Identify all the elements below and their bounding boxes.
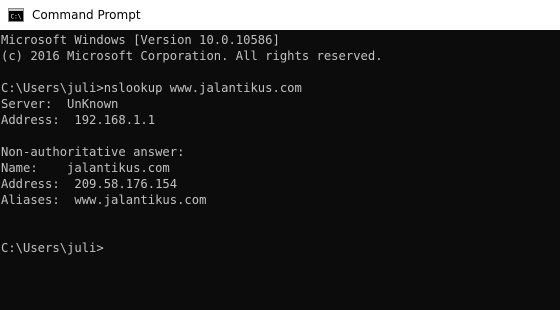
console-output[interactable]: Microsoft Windows [Version 10.0.10586] (… [0,30,560,310]
svg-text:C:\: C:\ [11,14,22,21]
console-line: Name: jalantikus.com [1,161,170,175]
cmd-icon: C:\ [8,7,24,23]
console-line: Microsoft Windows [Version 10.0.10586] [1,33,280,47]
title-bar[interactable]: C:\ Command Prompt [0,0,560,30]
console-line: (c) 2016 Microsoft Corporation. All righ… [1,49,383,63]
console-line: Address: 209.58.176.154 [1,177,178,191]
command-prompt-window: C:\ Command Prompt Microsoft Windows [Ve… [0,0,560,310]
console-line: Address: 192.168.1.1 [1,113,156,127]
console-line: C:\Users\juli>nslookup www.jalantikus.co… [1,81,302,95]
console-line: Aliases: www.jalantikus.com [1,193,207,207]
window-title: Command Prompt [32,8,141,22]
console-line: Server: UnKnown [1,97,119,111]
console-line: Non-authoritative answer: [1,145,185,159]
command-prompt-line[interactable]: C:\Users\juli> [0,240,560,256]
